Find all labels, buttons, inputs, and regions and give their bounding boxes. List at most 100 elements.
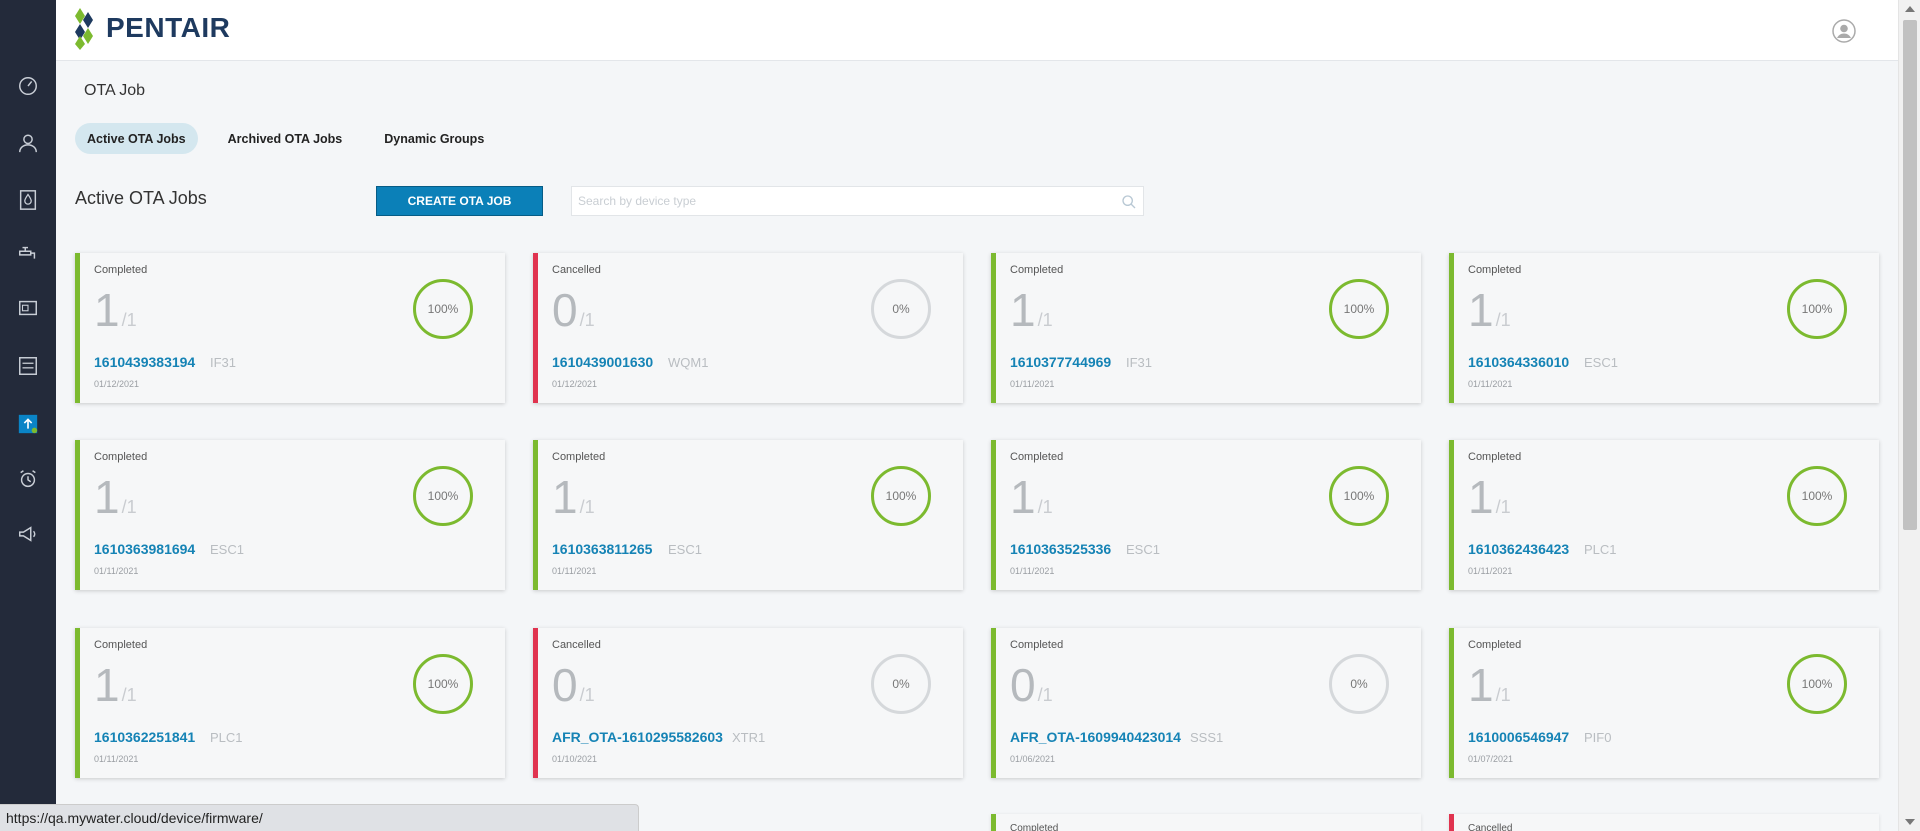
- pentair-logo[interactable]: PENTAIR: [74, 6, 230, 50]
- job-date: 01/12/2021: [94, 379, 140, 389]
- job-card[interactable]: Completed 1/1 1610364336010 ESC1 01/11/2021 1…: [1449, 253, 1879, 403]
- user-circle-icon[interactable]: [1832, 19, 1856, 43]
- job-progress-count: 0/1: [552, 659, 595, 711]
- tab-archived-ota-jobs[interactable]: Archived OTA Jobs: [216, 123, 355, 154]
- job-status: Completed: [1010, 823, 1059, 831]
- job-progress-count: 1/1: [552, 471, 595, 523]
- job-progress-count: 1/1: [94, 284, 137, 336]
- water-drop-icon[interactable]: [14, 186, 42, 214]
- job-card[interactable]: Completed 1/1 1610363811265 ESC1 01/11/2021 1…: [533, 440, 963, 590]
- user-icon[interactable]: [14, 129, 42, 157]
- job-card[interactable]: Completed 1/1 1610439383194 IF31 01/12/2021 1…: [75, 253, 505, 403]
- job-date: 01/11/2021: [94, 566, 139, 576]
- job-date: 01/11/2021: [1010, 379, 1055, 389]
- job-card[interactable]: Completed 1/1 1610362251841 PLC1 01/11/2021 1…: [75, 628, 505, 778]
- job-date: 01/12/2021: [552, 379, 598, 389]
- job-device-type: IF31: [210, 355, 237, 370]
- job-progress-ring: 100%: [413, 654, 473, 714]
- job-progress-ring: 100%: [1787, 279, 1847, 339]
- job-status: Completed: [1010, 264, 1064, 276]
- job-id-link[interactable]: 1610362436423: [1468, 541, 1569, 557]
- tab-bar: Active OTA Jobs Archived OTA Jobs Dynami…: [75, 123, 496, 154]
- ota-upload-icon[interactable]: [14, 410, 42, 438]
- job-device-type: SSS1: [1190, 730, 1224, 745]
- job-progress-ring: 100%: [1787, 466, 1847, 526]
- sidebar: [0, 0, 56, 831]
- job-date: 01/11/2021: [94, 754, 139, 764]
- job-status: Completed: [94, 451, 148, 463]
- job-date: 01/11/2021: [1010, 566, 1055, 576]
- job-progress-count: 1/1: [1010, 284, 1053, 336]
- search-box: [571, 186, 1144, 216]
- search-icon[interactable]: [1121, 194, 1137, 210]
- job-device-type: PIF0: [1584, 730, 1612, 745]
- job-id-link[interactable]: 1610363811265: [552, 541, 652, 557]
- page-title: OTA Job: [84, 82, 146, 99]
- job-date: 01/11/2021: [1468, 379, 1513, 389]
- job-date: 01/10/2021: [552, 754, 598, 764]
- job-id-link[interactable]: 1610362251841: [94, 729, 195, 745]
- job-progress-count: 1/1: [1468, 284, 1511, 336]
- job-card[interactable]: Completed 1/1 1610363981694 ESC1 01/11/2021 1…: [75, 440, 505, 590]
- job-id-link[interactable]: 1610364336010: [1468, 354, 1569, 370]
- scroll-down-arrow-icon[interactable]: [1905, 819, 1915, 825]
- scroll-thumb[interactable]: [1903, 20, 1917, 530]
- job-status: Completed: [94, 264, 148, 276]
- faucet-icon[interactable]: [14, 240, 42, 268]
- job-card[interactable]: Completed 1/1 1610377744969 IF31 01/11/2021 1…: [991, 253, 1421, 403]
- job-progress-count: 1/1: [1468, 471, 1511, 523]
- job-progress-count: 0/1: [552, 284, 595, 336]
- create-ota-job-button[interactable]: CREATE OTA JOB: [376, 186, 543, 216]
- job-status: Completed: [1468, 451, 1522, 463]
- job-progress-ring: 0%: [1329, 654, 1389, 714]
- job-progress-ring: 100%: [1787, 654, 1847, 714]
- job-status: Completed: [1468, 639, 1522, 651]
- job-progress-count: 1/1: [94, 471, 137, 523]
- job-id-link[interactable]: 1610377744969: [1010, 354, 1111, 370]
- logo-text: PENTAIR: [106, 12, 231, 43]
- job-id-link[interactable]: 1610363981694: [94, 541, 195, 557]
- status-bar-url: https://qa.mywater.cloud/device/firmware…: [0, 804, 639, 831]
- alarm-clock-icon[interactable]: [14, 465, 42, 493]
- job-status: Completed: [1010, 639, 1064, 651]
- megaphone-icon[interactable]: [14, 520, 42, 548]
- tab-dynamic-groups[interactable]: Dynamic Groups: [372, 123, 496, 154]
- job-id-link[interactable]: 1610363525336: [1010, 541, 1111, 557]
- checklist-icon[interactable]: [14, 352, 42, 380]
- job-device-type: ESC1: [1584, 355, 1618, 370]
- search-input[interactable]: [572, 194, 1102, 208]
- job-id-link[interactable]: AFR_OTA-1610295582603: [552, 729, 723, 745]
- job-id-link[interactable]: 1610439001630: [552, 354, 653, 370]
- section-title: Active OTA Jobs: [75, 188, 207, 208]
- tab-active-ota-jobs[interactable]: Active OTA Jobs: [75, 123, 198, 154]
- job-card[interactable]: Completed 1/1 1610006546947 PIF0 01/07/2021 1…: [1449, 628, 1879, 778]
- job-card[interactable]: Cancelled 0/1 AFR_OTA-1610295582603 XTR1 01/…: [533, 628, 963, 778]
- job-status: Completed: [552, 451, 606, 463]
- job-card-partial[interactable]: Completed: [991, 814, 1421, 831]
- job-progress-count: 1/1: [1468, 659, 1511, 711]
- job-card[interactable]: Cancelled 0/1 1610439001630 WQM1 01/12/2021 0…: [533, 253, 963, 403]
- top-header: PENTAIR: [56, 0, 1898, 61]
- job-device-type: ESC1: [210, 542, 244, 557]
- job-card[interactable]: Completed 1/1 1610363525336 ESC1 01/11/2021 1…: [991, 440, 1421, 590]
- job-id-link[interactable]: AFR_OTA-1609940423014: [1010, 729, 1181, 745]
- job-device-type: PLC1: [1584, 542, 1617, 557]
- job-date: 01/06/2021: [1010, 754, 1056, 764]
- job-id-link[interactable]: 1610006546947: [1468, 729, 1569, 745]
- dashboard-gauge-icon[interactable]: [14, 72, 42, 100]
- job-device-type: ESC1: [1126, 542, 1160, 557]
- job-progress-ring: 100%: [413, 466, 473, 526]
- job-status: Cancelled: [552, 264, 601, 276]
- device-icon[interactable]: [14, 294, 42, 322]
- job-card-partial[interactable]: Cancelled: [1449, 814, 1879, 831]
- page-scrollbar[interactable]: [1898, 0, 1920, 831]
- job-progress-ring: 100%: [413, 279, 473, 339]
- job-status: Cancelled: [1468, 823, 1513, 831]
- job-device-type: IF31: [1126, 355, 1153, 370]
- job-status: Completed: [1010, 451, 1064, 463]
- job-status: Completed: [1468, 264, 1522, 276]
- job-card[interactable]: Completed 1/1 1610362436423 PLC1 01/11/2021 1…: [1449, 440, 1879, 590]
- job-card[interactable]: Completed 0/1 AFR_OTA-1609940423014 SSS1 01/…: [991, 628, 1421, 778]
- scroll-up-arrow-icon[interactable]: [1905, 6, 1915, 12]
- job-id-link[interactable]: 1610439383194: [94, 354, 195, 370]
